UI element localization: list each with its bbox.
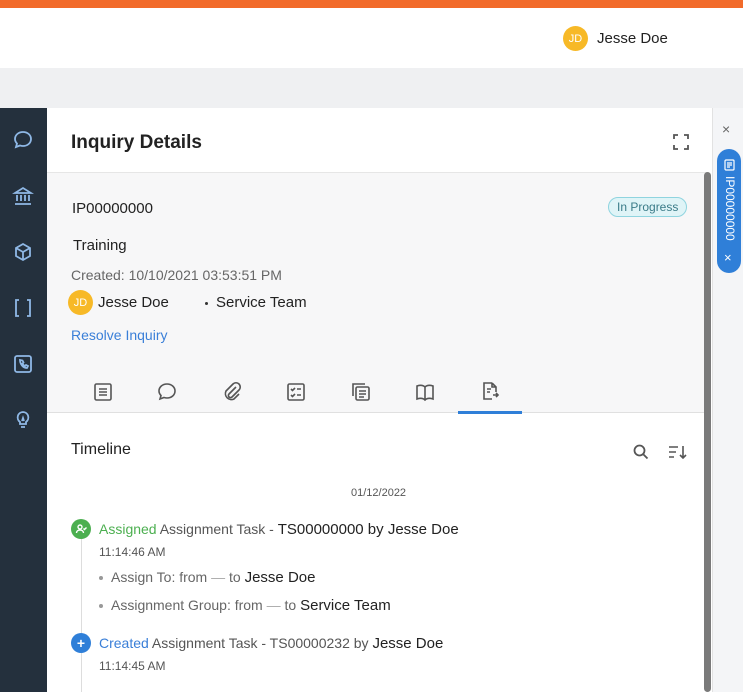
timeline-title: Timeline	[71, 441, 131, 458]
assignee[interactable]: JD Jesse Doe	[68, 290, 169, 315]
inquiry-details-panel: Inquiry Details IP00000000 In Progress T…	[47, 108, 712, 692]
created-timestamp: Created: 10/10/2021 03:53:51 PM	[71, 267, 282, 283]
event-text: Assignment Task -	[156, 521, 278, 537]
app-header: JD Jesse Doe	[0, 8, 743, 68]
page-title: Inquiry Details	[71, 132, 202, 153]
document-icon	[724, 159, 735, 171]
checklist-icon	[287, 383, 305, 401]
sort-icon[interactable]	[667, 442, 687, 467]
event-time: 11:14:45 AM	[99, 659, 166, 673]
inquiry-subject: Training	[73, 237, 127, 254]
book-icon	[416, 384, 434, 402]
detail-label: Assign To: from	[111, 569, 212, 585]
timeline-connector	[81, 532, 82, 692]
tab-checklist[interactable]	[264, 370, 328, 414]
open-inquiry-tab[interactable]: IP00000000 ×	[717, 149, 741, 273]
chat-icon[interactable]	[11, 128, 35, 152]
detail-to: to	[280, 597, 301, 613]
tab-notes[interactable]	[71, 370, 135, 414]
cube-icon[interactable]	[11, 240, 35, 264]
timeline-date: 01/12/2022	[351, 487, 407, 499]
event-reference: Jesse Doe	[372, 635, 444, 652]
user-menu[interactable]: JD Jesse Doe	[563, 26, 668, 51]
timeline-event: Assigned Assignment Task - TS00000000 by…	[99, 521, 459, 538]
user-avatar: JD	[563, 26, 588, 51]
detail-value: Service Team	[300, 597, 391, 614]
copy-icon	[352, 383, 370, 401]
assigned-team: Service Team	[205, 294, 307, 311]
tab-activity[interactable]	[458, 370, 522, 414]
tab-attachments[interactable]	[200, 370, 264, 414]
activity-icon	[483, 381, 500, 400]
tab-copy[interactable]	[329, 370, 393, 414]
chat-icon	[158, 383, 176, 401]
inquiry-id: IP00000000	[72, 200, 153, 217]
panel-scrollbar[interactable]	[704, 172, 711, 692]
attachment-icon	[224, 381, 242, 401]
fullscreen-icon[interactable]	[671, 132, 691, 152]
resolve-inquiry-link[interactable]: Resolve Inquiry	[71, 327, 168, 343]
plus-icon: +	[71, 633, 91, 653]
inquiry-tab-label: IP00000000	[723, 176, 737, 241]
detail-value: Jesse Doe	[244, 569, 316, 586]
event-text: Assignment Task - TS00000232 by	[148, 635, 373, 651]
event-detail: Assign To: from — to Jesse Doe	[99, 569, 315, 586]
event-detail: Assignment Group: from — to Service Team	[99, 597, 391, 614]
assignee-avatar: JD	[68, 290, 93, 315]
event-reference: TS00000000 by Jesse Doe	[277, 521, 459, 538]
detail-empty-value: —	[211, 569, 226, 585]
assigned-person-icon	[71, 519, 91, 539]
inquiry-summary: IP00000000 In Progress Training Created:…	[47, 172, 707, 414]
toolbar-strip	[0, 68, 743, 108]
event-verb[interactable]: Assigned	[99, 521, 157, 537]
notes-icon	[94, 383, 112, 401]
search-icon[interactable]	[632, 443, 650, 466]
assignee-name: Jesse Doe	[98, 294, 169, 311]
tab-knowledge[interactable]	[393, 370, 457, 414]
event-time: 11:14:46 AM	[99, 545, 166, 559]
bullet	[99, 604, 103, 609]
bank-icon[interactable]	[11, 184, 35, 208]
team-name: Service Team	[216, 294, 307, 311]
status-badge: In Progress	[608, 197, 688, 217]
detail-tabs	[47, 370, 707, 414]
detail-empty-value: —	[266, 597, 281, 613]
event-verb[interactable]: Created	[99, 635, 149, 651]
bullet	[99, 576, 103, 581]
brackets-icon[interactable]	[11, 296, 35, 320]
detail-to: to	[225, 569, 245, 585]
close-icon[interactable]: ×	[722, 121, 730, 137]
right-rail: × IP00000000 ×	[712, 108, 743, 692]
side-nav	[0, 108, 47, 692]
detail-label: Assignment Group: from	[111, 597, 267, 613]
tab-close-icon[interactable]: ×	[724, 250, 732, 265]
tab-chat[interactable]	[135, 370, 199, 414]
user-name: Jesse Doe	[597, 30, 668, 47]
phone-book-icon[interactable]	[11, 352, 35, 376]
timeline-event: Created Assignment Task - TS00000232 by …	[99, 635, 443, 652]
lightbulb-icon[interactable]	[11, 408, 35, 432]
brand-bar	[0, 0, 743, 8]
separator-dot	[205, 301, 208, 305]
